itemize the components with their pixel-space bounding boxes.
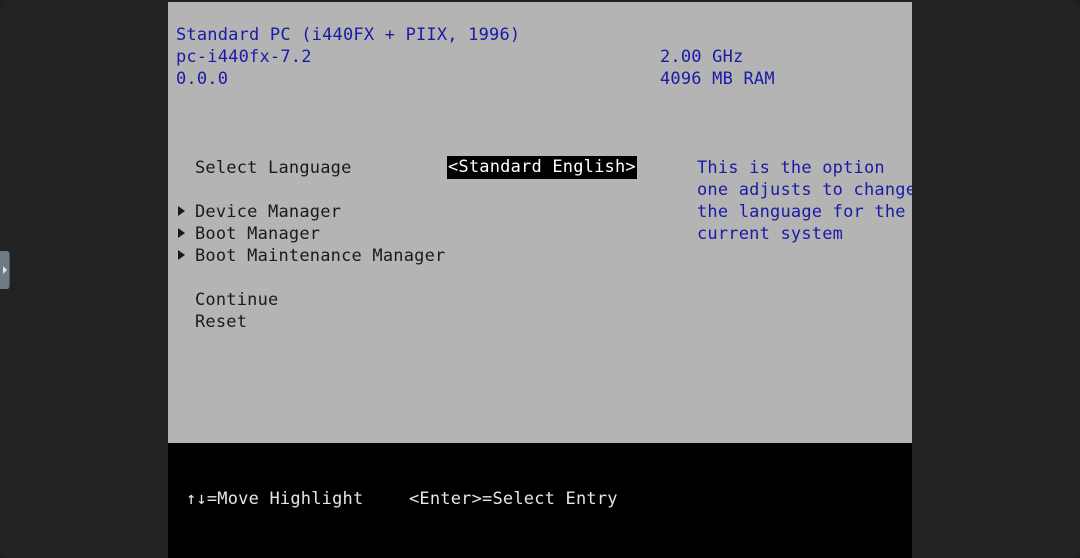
vm-console-viewer: Standard PC (i440FX + PIIX, 1996) pc-i44…	[0, 0, 1080, 558]
select-language-label[interactable]: Select Language	[195, 157, 352, 179]
menu-item-boot-manager[interactable]: Boot Manager	[195, 223, 320, 245]
help-text-line: current system	[697, 224, 844, 244]
menu-item-device-manager[interactable]: Device Manager	[195, 201, 341, 223]
menu-item-boot-maintenance-manager[interactable]: Boot Maintenance Manager	[195, 245, 445, 267]
select-entry-hint: <Enter>=Select Entry	[409, 489, 618, 509]
setup-panel: Standard PC (i440FX + PIIX, 1996) pc-i44…	[168, 2, 912, 443]
side-panel-toggle[interactable]	[0, 251, 10, 289]
memory-size: 4096 MB RAM	[660, 69, 775, 89]
submenu-arrow-icon	[178, 206, 185, 216]
machine-name: Standard PC (i440FX + PIIX, 1996)	[176, 25, 521, 45]
submenu-arrow-icon	[178, 250, 185, 260]
chevron-right-icon	[3, 266, 7, 274]
language-value-selected[interactable]: <Standard English>	[447, 156, 637, 179]
help-text-line: one adjusts to change	[697, 180, 912, 200]
move-highlight-hint: ↑↓=Move Highlight	[186, 489, 364, 509]
firmware-screen[interactable]: Standard PC (i440FX + PIIX, 1996) pc-i44…	[168, 2, 912, 558]
firmware-revision: 0.0.0	[176, 69, 229, 89]
help-text-line: the language for the	[697, 202, 906, 222]
machine-version: pc-i440fx-7.2	[176, 47, 312, 67]
reset-action[interactable]: Reset	[195, 311, 247, 333]
help-text-line: This is the option	[697, 158, 885, 178]
cpu-speed: 2.00 GHz	[660, 47, 744, 67]
continue-action[interactable]: Continue	[195, 289, 278, 311]
submenu-arrow-icon	[178, 228, 185, 238]
